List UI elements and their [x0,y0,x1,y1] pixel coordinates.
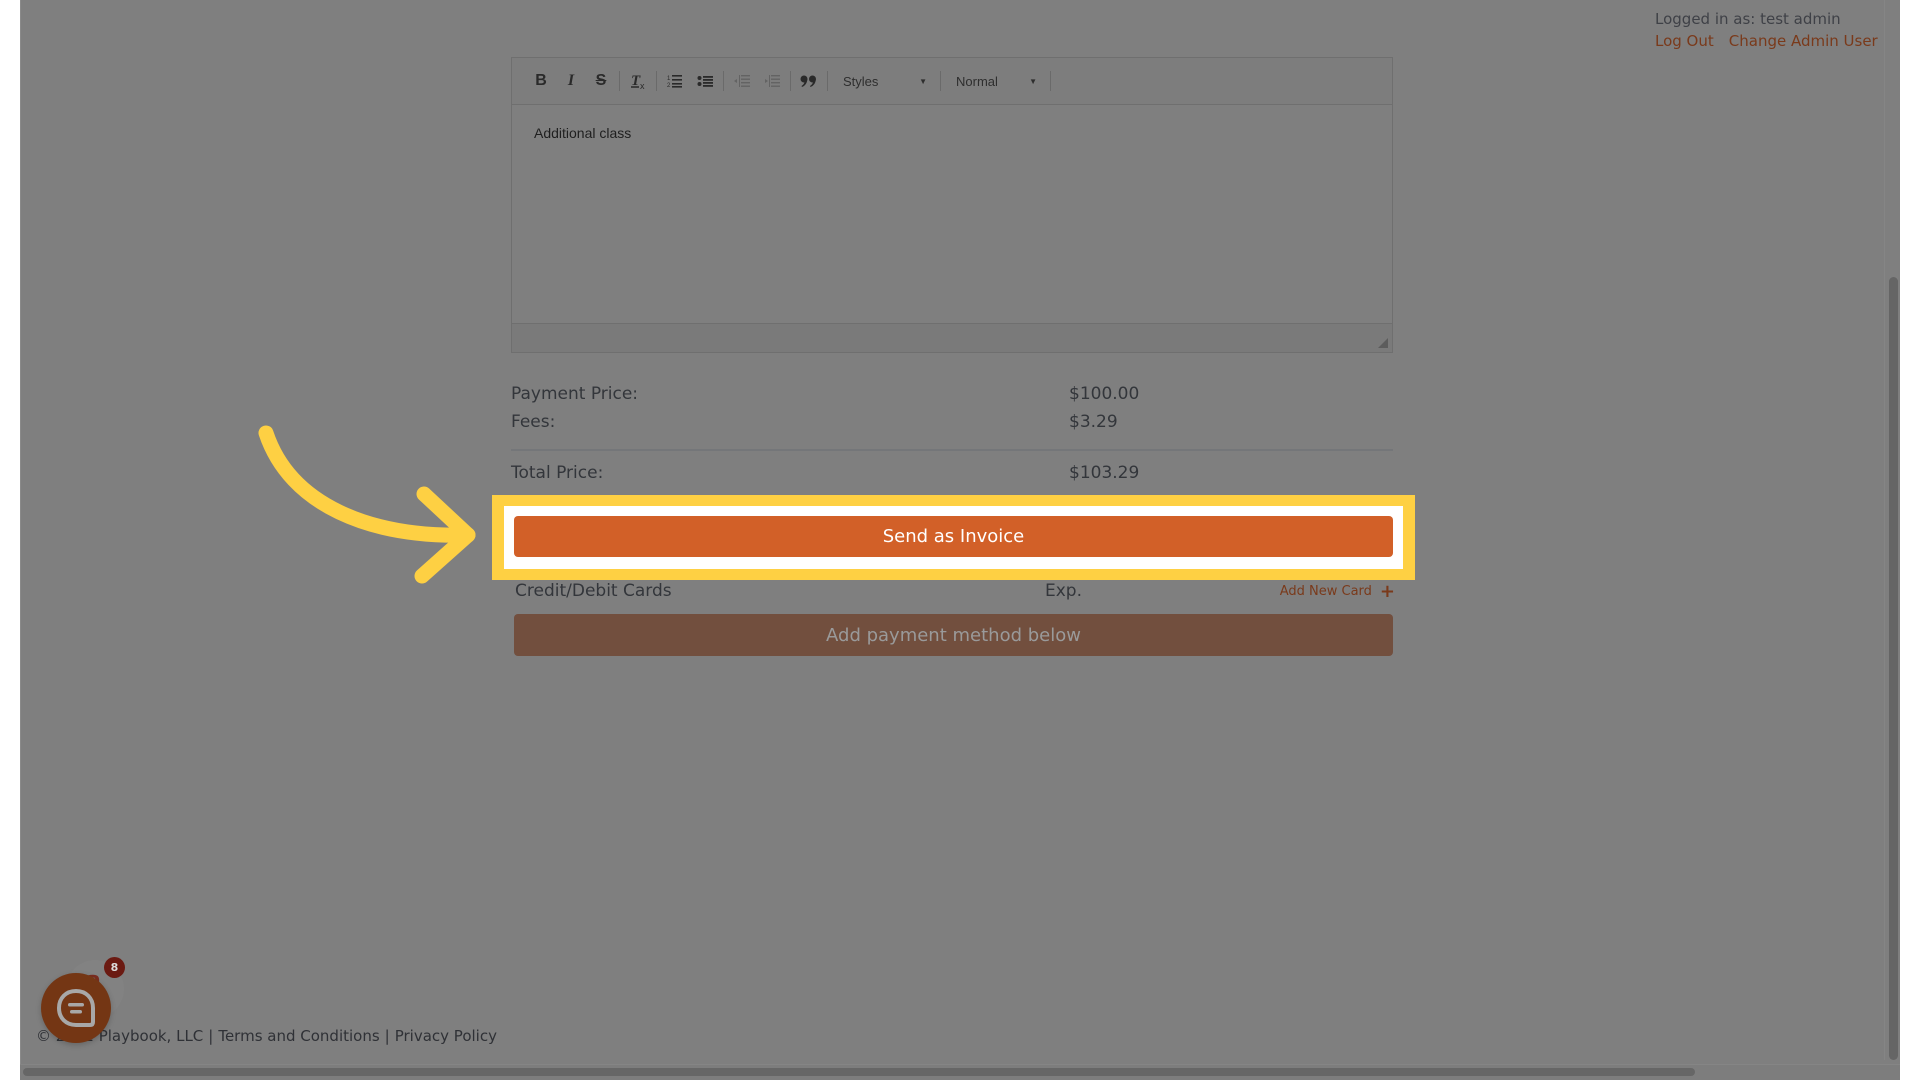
remove-format-button[interactable]: T x [623,66,653,96]
editor-content-area[interactable]: Additional class [512,105,1392,323]
italic-button[interactable]: I [556,66,586,96]
chevron-down-icon: ▼ [919,76,927,86]
add-new-card-link[interactable]: Add New Card + [1279,581,1395,602]
toolbar-separator [827,71,828,91]
cards-header: Credit/Debit Cards Exp. Add New Card + [515,581,1395,605]
toolbar-separator [723,71,724,91]
indent-icon [765,75,780,87]
editor-content-text: Additional class [534,125,632,141]
editor-toolbar: B I S T x 1 2 Styles ▼ Normal ▼ [512,58,1392,105]
blockquote-button[interactable] [794,66,824,96]
resize-handle-icon[interactable] [1378,338,1388,348]
toolbar-separator [1050,71,1051,91]
total-price-label: Total Price: [511,463,604,483]
total-price-value: $103.29 [1069,463,1140,483]
svg-text:2: 2 [667,83,671,88]
payment-price-label: Payment Price: [511,384,639,404]
styles-dropdown-label: Styles [843,73,879,89]
terms-link[interactable]: Terms and Conditions [218,1027,379,1045]
toolbar-separator [619,71,620,91]
price-divider [511,449,1393,451]
add-payment-method-button[interactable]: Add payment method below [514,614,1393,656]
logout-link[interactable]: Log Out [1655,30,1714,52]
bold-button[interactable]: B [526,66,556,96]
exp-column-label: Exp. [1045,581,1082,601]
highlight-annotation: Send as Invoice [492,495,1415,580]
annotation-arrow-icon [258,425,476,584]
styles-dropdown[interactable]: Styles ▼ [831,66,937,96]
page-edge [1884,0,1885,1060]
payment-price-value: $100.00 [1069,384,1140,404]
increase-indent-button[interactable] [757,66,787,96]
chat-launcher-button[interactable] [41,973,111,1043]
format-dropdown[interactable]: Normal ▼ [944,66,1047,96]
outdent-icon [734,75,750,87]
strikethrough-button[interactable]: S [586,66,616,96]
logged-in-text: Logged in as: test admin [1655,10,1841,28]
numbered-list-icon: 1 2 [667,75,682,88]
bullet-list-icon [697,76,713,87]
quote-icon [800,75,816,87]
fees-label: Fees: [511,412,556,432]
privacy-link[interactable]: Privacy Policy [395,1027,497,1045]
format-dropdown-label: Normal [956,73,998,89]
horizontal-scrollbar[interactable] [23,1068,1695,1076]
notification-badge: 8 [104,957,125,978]
rich-text-editor: B I S T x 1 2 Styles ▼ Normal ▼ Addition… [511,57,1393,353]
footer-separator: | [208,1027,214,1045]
change-admin-user-link[interactable]: Change Admin User [1729,30,1878,52]
editor-status-bar [512,323,1392,352]
toolbar-separator [940,71,941,91]
send-as-invoice-button[interactable]: Send as Invoice [514,516,1393,557]
chat-icon [56,988,95,1027]
decrease-indent-button[interactable] [727,66,757,96]
svg-text:1: 1 [667,76,671,82]
svg-text:x: x [640,81,645,90]
plus-icon: + [1379,581,1395,602]
vertical-scrollbar[interactable] [1889,277,1898,1060]
footer-separator: | [384,1027,390,1045]
numbered-list-button[interactable]: 1 2 [660,66,690,96]
fees-value: $3.29 [1069,412,1118,432]
toolbar-separator [656,71,657,91]
cards-title: Credit/Debit Cards [515,581,672,601]
highlight-inner: Send as Invoice [504,506,1403,569]
bullet-list-button[interactable] [690,66,720,96]
footer: © 2022 Playbook, LLC | Terms and Conditi… [36,1027,497,1045]
toolbar-separator [790,71,791,91]
login-info: Logged in as: test admin Log Out Change … [1655,8,1878,52]
chevron-down-icon: ▼ [1029,76,1037,86]
remove-format-icon: T x [631,73,645,90]
add-new-card-label: Add New Card [1279,584,1372,599]
